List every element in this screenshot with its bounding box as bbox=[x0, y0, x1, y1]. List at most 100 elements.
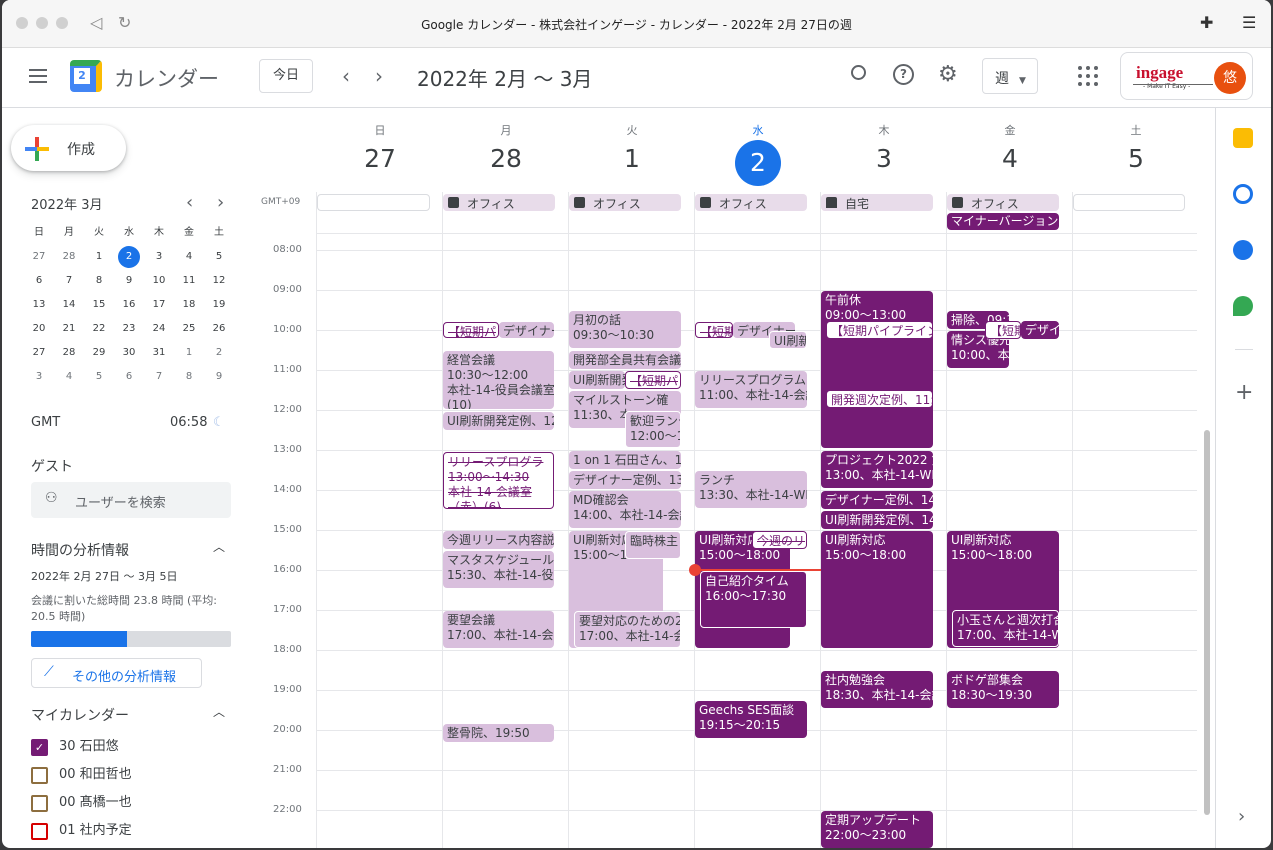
working-location[interactable] bbox=[317, 194, 430, 211]
event[interactable]: UI刷新開発定例、14 bbox=[821, 511, 933, 529]
event[interactable]: 開発部全員共有会議 bbox=[569, 351, 681, 369]
mini-prev-icon[interactable]: ‹ bbox=[186, 192, 193, 213]
user-search-input[interactable]: ⚇ ユーザーを検索 bbox=[31, 482, 231, 518]
mini-day[interactable]: 5 bbox=[84, 366, 114, 390]
contacts-icon[interactable] bbox=[1233, 240, 1253, 260]
event[interactable]: 自己紹介タイム 16:00〜17:30 bbox=[700, 571, 807, 628]
mini-day[interactable]: 27 bbox=[24, 246, 54, 270]
settings-gear-icon[interactable]: ⚙ bbox=[938, 62, 958, 87]
mini-day[interactable]: 28 bbox=[54, 342, 84, 366]
working-location[interactable] bbox=[1073, 194, 1185, 211]
event[interactable]: ランチ13:30、本社-14-WEB bbox=[695, 471, 807, 508]
mini-day[interactable]: 6 bbox=[114, 366, 144, 390]
event[interactable]: 【短期パイプライン bbox=[826, 321, 933, 339]
day-header[interactable]: 金4 bbox=[947, 122, 1073, 173]
mini-day[interactable]: 30 bbox=[114, 342, 144, 366]
extension-icon[interactable]: ✚ bbox=[1200, 13, 1213, 32]
mini-day[interactable]: 2 bbox=[204, 342, 234, 366]
event[interactable]: リリースプログラム 11:00、本社-14-会議 bbox=[695, 371, 807, 408]
search-icon[interactable] bbox=[851, 65, 866, 80]
event[interactable]: UI刷新開発 bbox=[569, 371, 625, 389]
expand-panel-icon[interactable]: › bbox=[1238, 806, 1245, 827]
mini-day[interactable]: 6 bbox=[24, 270, 54, 294]
mini-day[interactable]: 31 bbox=[144, 342, 174, 366]
more-insights-button[interactable]: ⟋ その他の分析情報 bbox=[31, 658, 202, 688]
event[interactable]: 要望会議 17:00、本社-14-会議 bbox=[443, 611, 554, 648]
mini-day[interactable]: 13 bbox=[24, 294, 54, 318]
mini-day[interactable]: 1 bbox=[174, 342, 204, 366]
calendar-item[interactable]: 00 和田哲也 bbox=[31, 766, 132, 788]
mini-day[interactable]: 20 bbox=[24, 318, 54, 342]
event[interactable]: 整骨院、19:50 bbox=[443, 724, 554, 742]
day-header-today[interactable]: 水2 bbox=[695, 122, 821, 186]
mini-day[interactable]: 28 bbox=[54, 246, 84, 270]
event[interactable]: Geechs SES面談 19:15〜20:15 bbox=[695, 701, 807, 738]
event[interactable]: 1 on 1 石田さん、1 bbox=[569, 451, 681, 469]
event[interactable]: UI刷新 bbox=[769, 331, 807, 349]
mini-day[interactable]: 17 bbox=[144, 294, 174, 318]
mini-day[interactable]: 5 bbox=[204, 246, 234, 270]
checkbox-icon[interactable] bbox=[31, 823, 48, 840]
event[interactable]: 臨時株主 bbox=[625, 531, 681, 559]
event[interactable]: デザイナー bbox=[499, 322, 554, 338]
event[interactable]: デザイ bbox=[1021, 321, 1059, 339]
collapse-calendars-icon[interactable]: ︿ bbox=[213, 703, 225, 720]
day-header[interactable]: 火1 bbox=[569, 122, 695, 173]
mini-day[interactable]: 26 bbox=[204, 318, 234, 342]
working-location[interactable]: オフィス bbox=[443, 194, 555, 211]
mini-day[interactable]: 14 bbox=[54, 294, 84, 318]
event[interactable]: 定期アップデート 22:00〜23:00 bbox=[821, 811, 933, 848]
mini-day[interactable]: 22 bbox=[84, 318, 114, 342]
event[interactable]: 【短期パ bbox=[625, 371, 681, 389]
checkbox-icon[interactable] bbox=[31, 795, 48, 812]
prev-week-icon[interactable]: ‹ bbox=[342, 64, 350, 88]
mini-day[interactable]: 9 bbox=[114, 270, 144, 294]
calendar-item[interactable]: 01 社内予定 bbox=[31, 822, 132, 844]
mini-day[interactable]: 19 bbox=[204, 294, 234, 318]
mini-day[interactable]: 10 bbox=[144, 270, 174, 294]
create-button[interactable]: 作成 bbox=[11, 125, 126, 171]
event[interactable]: 小玉さんと週次打合17:00、本社-14-WEB bbox=[952, 610, 1059, 647]
view-selector[interactable]: 週 ▼ bbox=[982, 58, 1038, 94]
event[interactable]: 社内勉強会 18:30、本社-14-会議 bbox=[821, 671, 933, 708]
mini-day[interactable]: 8 bbox=[174, 366, 204, 390]
allday-event[interactable]: マイナーバージョン bbox=[947, 213, 1059, 230]
event[interactable]: 【短期パ bbox=[695, 322, 733, 338]
avatar[interactable]: 悠 bbox=[1214, 62, 1246, 94]
add-addon-icon[interactable]: + bbox=[1235, 380, 1253, 405]
mini-day[interactable]: 7 bbox=[54, 270, 84, 294]
main-menu-icon[interactable] bbox=[29, 69, 47, 83]
mini-day[interactable]: 4 bbox=[174, 246, 204, 270]
event[interactable]: 経営会議 10:30〜12:00 本社-14-役員会議室 (10) bbox=[443, 351, 554, 409]
mini-day[interactable]: 24 bbox=[144, 318, 174, 342]
mini-day[interactable]: 15 bbox=[84, 294, 114, 318]
mini-day[interactable]: 21 bbox=[54, 318, 84, 342]
mini-day[interactable]: 29 bbox=[84, 342, 114, 366]
day-header[interactable]: 木3 bbox=[821, 122, 947, 173]
event[interactable]: 歓迎ランチ12:00〜13 bbox=[625, 411, 681, 448]
maps-icon[interactable] bbox=[1233, 296, 1253, 316]
event[interactable]: マスタスケジュール 15:30、本社-14-役員 bbox=[443, 551, 554, 588]
mini-day[interactable]: 3 bbox=[144, 246, 174, 270]
event[interactable]: 今週のリ bbox=[752, 531, 807, 549]
mini-day[interactable]: 16 bbox=[114, 294, 144, 318]
working-location[interactable]: オフィス bbox=[569, 194, 681, 211]
help-icon[interactable]: ? bbox=[893, 64, 914, 85]
mini-day[interactable]: 4 bbox=[54, 366, 84, 390]
tasks-icon[interactable] bbox=[1233, 184, 1253, 204]
event[interactable]: 午前休 09:00〜13:00 bbox=[821, 291, 933, 448]
event[interactable]: デザイナー定例、14 bbox=[821, 491, 933, 509]
mini-day[interactable]: 18 bbox=[174, 294, 204, 318]
mini-day[interactable]: 11 bbox=[174, 270, 204, 294]
next-week-icon[interactable]: › bbox=[375, 64, 383, 88]
scrollbar[interactable] bbox=[1204, 430, 1210, 815]
event[interactable]: 【短期 bbox=[985, 321, 1021, 339]
apps-grid-icon[interactable] bbox=[1078, 66, 1098, 86]
collapse-insights-icon[interactable]: ︿ bbox=[213, 538, 225, 555]
mini-day[interactable]: 1 bbox=[84, 246, 114, 270]
mini-day[interactable]: 7 bbox=[144, 366, 174, 390]
keep-icon[interactable] bbox=[1233, 128, 1253, 148]
mini-day[interactable]: 25 bbox=[174, 318, 204, 342]
mini-day[interactable]: 23 bbox=[114, 318, 144, 342]
working-location[interactable]: オフィス bbox=[695, 194, 807, 211]
